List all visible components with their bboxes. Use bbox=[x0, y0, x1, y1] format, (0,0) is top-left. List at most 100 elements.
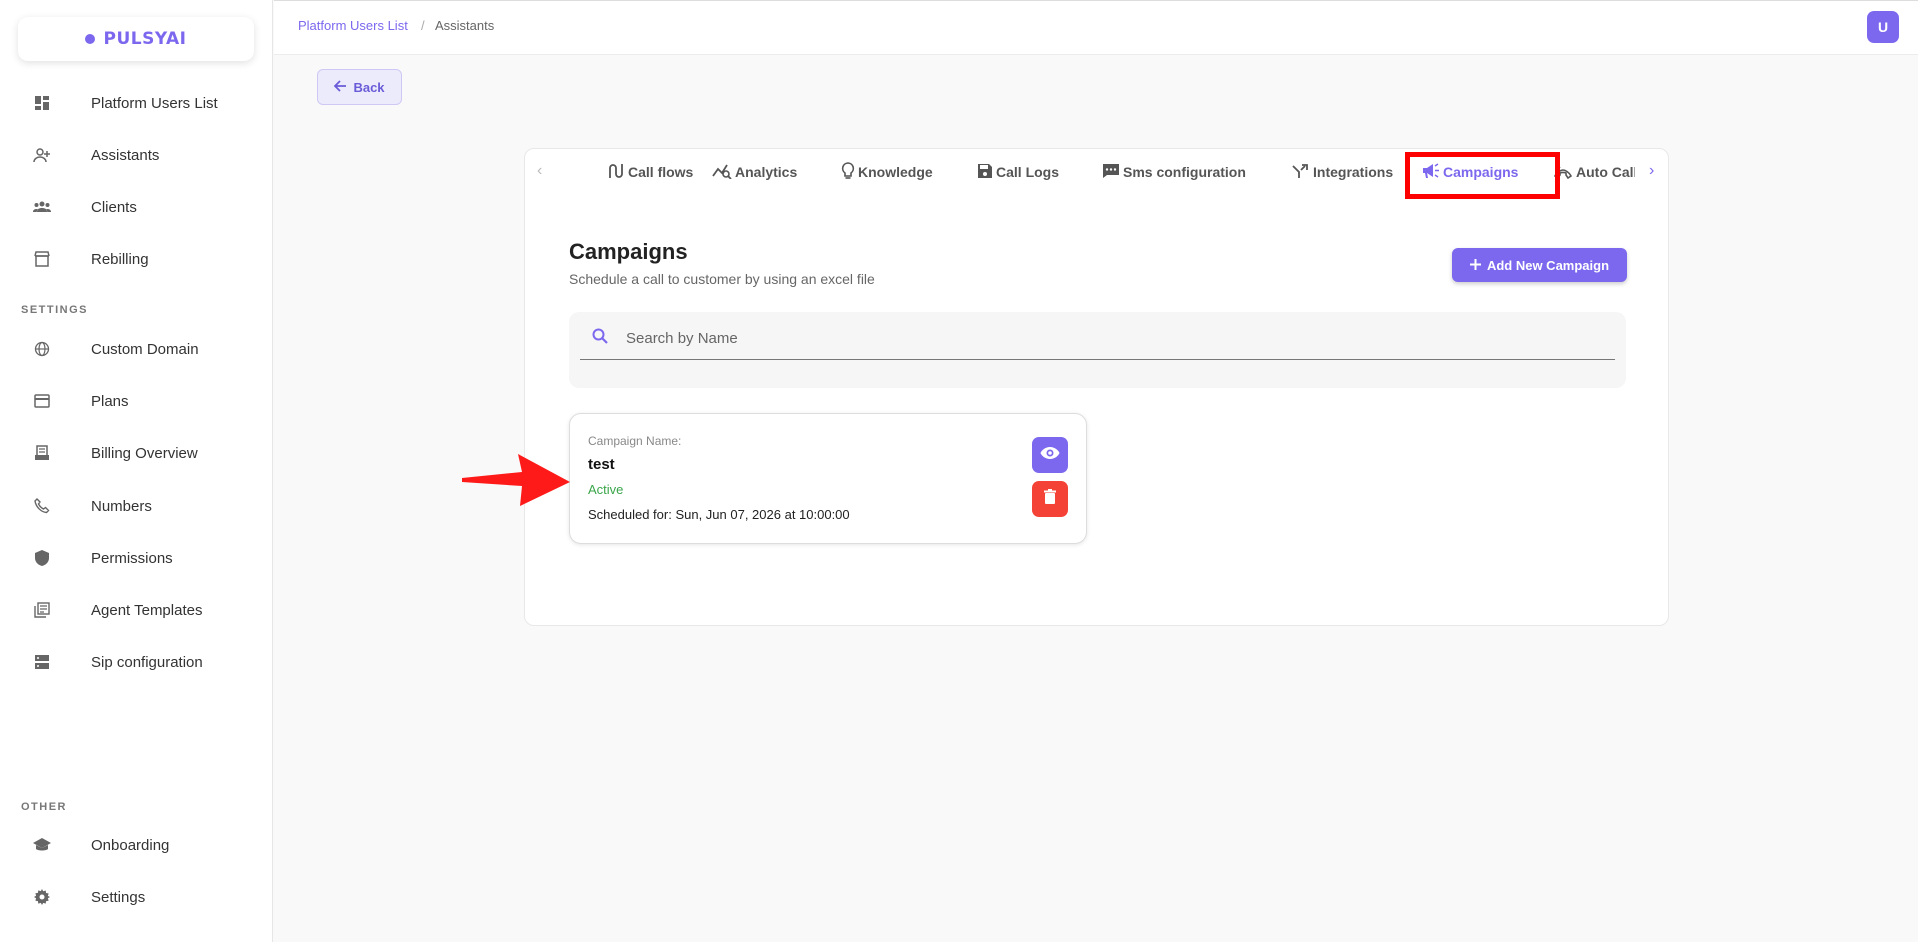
plus-icon bbox=[1469, 258, 1481, 273]
tab-label: Call flows bbox=[628, 164, 694, 180]
brand-name: PULSYAI bbox=[103, 29, 187, 49]
tab-sms-configuration[interactable]: Sms configuration bbox=[1102, 160, 1246, 184]
tab-label: Integrations bbox=[1313, 164, 1394, 180]
tab-analytics[interactable]: Analytics bbox=[712, 160, 797, 184]
tab-bar: ‹ Call flows Analytics Knowledge Call Lo… bbox=[525, 149, 1670, 199]
back-button-label: Back bbox=[353, 79, 385, 95]
sidebar-item-label: Settings bbox=[91, 888, 146, 906]
view-campaign-button[interactable] bbox=[1032, 437, 1068, 473]
tab-label: Campaigns bbox=[1443, 164, 1519, 180]
sidebar-item-label: Sip configuration bbox=[91, 653, 203, 671]
globe-icon bbox=[33, 340, 51, 358]
save-icon bbox=[977, 163, 993, 182]
call-flow-icon bbox=[607, 163, 625, 182]
page-subtitle: Schedule a call to customer by using an … bbox=[569, 271, 875, 287]
gear-icon bbox=[33, 888, 51, 906]
phone-icon bbox=[33, 497, 51, 515]
tab-integrations[interactable]: Integrations bbox=[1292, 160, 1393, 184]
campaign-name: test bbox=[588, 456, 615, 473]
campaign-schedule: Scheduled for: Sun, Jun 07, 2026 at 10:0… bbox=[588, 507, 850, 522]
sidebar-item-billing-overview[interactable]: Billing Overview bbox=[0, 433, 273, 473]
sidebar-item-sip-configuration[interactable]: Sip configuration bbox=[0, 642, 273, 682]
sidebar-item-plans[interactable]: Plans bbox=[0, 381, 273, 421]
section-label-settings: SETTINGS bbox=[21, 304, 89, 316]
campaign-status: Active bbox=[588, 482, 624, 497]
campaign-card[interactable]: Campaign Name: test Active Scheduled for… bbox=[569, 413, 1087, 544]
tab-label: Call Logs bbox=[996, 164, 1060, 180]
back-button[interactable]: Back bbox=[317, 69, 402, 105]
brand-dot-icon bbox=[85, 34, 96, 44]
sidebar-item-label: Custom Domain bbox=[91, 340, 199, 358]
arrow-left-icon bbox=[334, 79, 347, 95]
lightbulb-icon bbox=[841, 161, 855, 183]
breadcrumb-current: Assistants bbox=[435, 18, 495, 33]
sidebar-item-label: Onboarding bbox=[91, 836, 170, 854]
sidebar-item-agent-templates[interactable]: Agent Templates bbox=[0, 590, 273, 630]
user-avatar[interactable]: U bbox=[1867, 11, 1899, 43]
sidebar-item-label: Plans bbox=[91, 392, 129, 410]
trash-icon bbox=[1044, 489, 1056, 509]
tab-auto-call[interactable]: Auto Call bbox=[1553, 160, 1635, 184]
search-icon bbox=[592, 328, 608, 349]
top-bar: Platform Users List / Assistants U bbox=[274, 0, 1918, 55]
breadcrumb-link-platform-users[interactable]: Platform Users List bbox=[298, 18, 408, 33]
search-field bbox=[580, 316, 1615, 360]
merge-icon bbox=[1292, 163, 1310, 182]
analytics-icon bbox=[712, 163, 732, 182]
search-input[interactable] bbox=[626, 326, 1586, 350]
sms-icon bbox=[1102, 163, 1120, 182]
tab-call-logs[interactable]: Call Logs bbox=[977, 160, 1059, 184]
add-new-campaign-label: Add New Campaign bbox=[1486, 257, 1610, 273]
sidebar-item-settings[interactable]: Settings bbox=[0, 877, 273, 917]
tab-list: Call flows Analytics Knowledge Call Logs… bbox=[580, 149, 1635, 197]
library-icon bbox=[33, 601, 51, 619]
campaign-icon bbox=[1422, 162, 1440, 182]
tab-label: Analytics bbox=[735, 164, 798, 180]
sidebar-item-label: Numbers bbox=[91, 497, 152, 515]
brand-logo[interactable]: PULSYAI bbox=[18, 17, 254, 61]
sidebar-item-custom-domain[interactable]: Custom Domain bbox=[0, 329, 273, 369]
sidebar-item-numbers[interactable]: Numbers bbox=[0, 486, 273, 526]
auto-call-icon bbox=[1553, 162, 1573, 182]
annotation-arrow-icon bbox=[460, 452, 570, 513]
sidebar-item-label: Assistants bbox=[91, 146, 160, 164]
tab-label: Sms configuration bbox=[1123, 164, 1246, 180]
tab-campaigns[interactable]: Campaigns bbox=[1422, 160, 1518, 184]
shield-icon bbox=[33, 549, 51, 567]
assistant-panel: ‹ Call flows Analytics Knowledge Call Lo… bbox=[524, 148, 1669, 626]
tab-knowledge[interactable]: Knowledge bbox=[841, 160, 933, 184]
page-title: Campaigns bbox=[569, 239, 688, 264]
sidebar-item-label: Platform Users List bbox=[91, 94, 218, 112]
sidebar-item-platform-users[interactable]: Platform Users List bbox=[0, 83, 273, 123]
tab-scroll-left-icon[interactable]: ‹ bbox=[537, 162, 542, 180]
tab-call-flows[interactable]: Call flows bbox=[607, 160, 693, 184]
store-icon bbox=[33, 250, 51, 268]
sidebar: PULSYAI Platform Users List Assistants C… bbox=[0, 0, 273, 942]
sidebar-item-assistants[interactable]: Assistants bbox=[0, 135, 273, 175]
sidebar-item-clients[interactable]: Clients bbox=[0, 187, 273, 227]
school-icon bbox=[33, 836, 51, 854]
sidebar-item-label: Agent Templates bbox=[91, 601, 203, 619]
tab-label: Auto Call bbox=[1576, 164, 1635, 180]
tab-scroll-right-icon[interactable]: › bbox=[1649, 162, 1654, 180]
sidebar-item-rebilling[interactable]: Rebilling bbox=[0, 239, 273, 279]
delete-campaign-button[interactable] bbox=[1032, 481, 1068, 517]
sidebar-item-label: Permissions bbox=[91, 549, 173, 567]
sidebar-item-permissions[interactable]: Permissions bbox=[0, 538, 273, 578]
sidebar-item-label: Rebilling bbox=[91, 250, 149, 268]
sidebar-item-label: Clients bbox=[91, 198, 137, 216]
person-add-icon bbox=[33, 146, 51, 164]
sidebar-item-onboarding[interactable]: Onboarding bbox=[0, 825, 273, 865]
add-new-campaign-button[interactable]: Add New Campaign bbox=[1452, 248, 1627, 282]
sidebar-item-label: Billing Overview bbox=[91, 444, 198, 462]
server-icon bbox=[33, 653, 51, 671]
dashboard-icon bbox=[33, 94, 51, 112]
eye-icon bbox=[1040, 446, 1060, 465]
tab-label: Knowledge bbox=[858, 164, 933, 180]
breadcrumb-separator: / bbox=[421, 18, 425, 33]
search-container bbox=[569, 312, 1626, 388]
group-icon bbox=[33, 198, 51, 216]
section-label-other: OTHER bbox=[21, 801, 67, 813]
campaign-name-label: Campaign Name: bbox=[588, 434, 682, 448]
credit-card-icon bbox=[33, 392, 51, 410]
